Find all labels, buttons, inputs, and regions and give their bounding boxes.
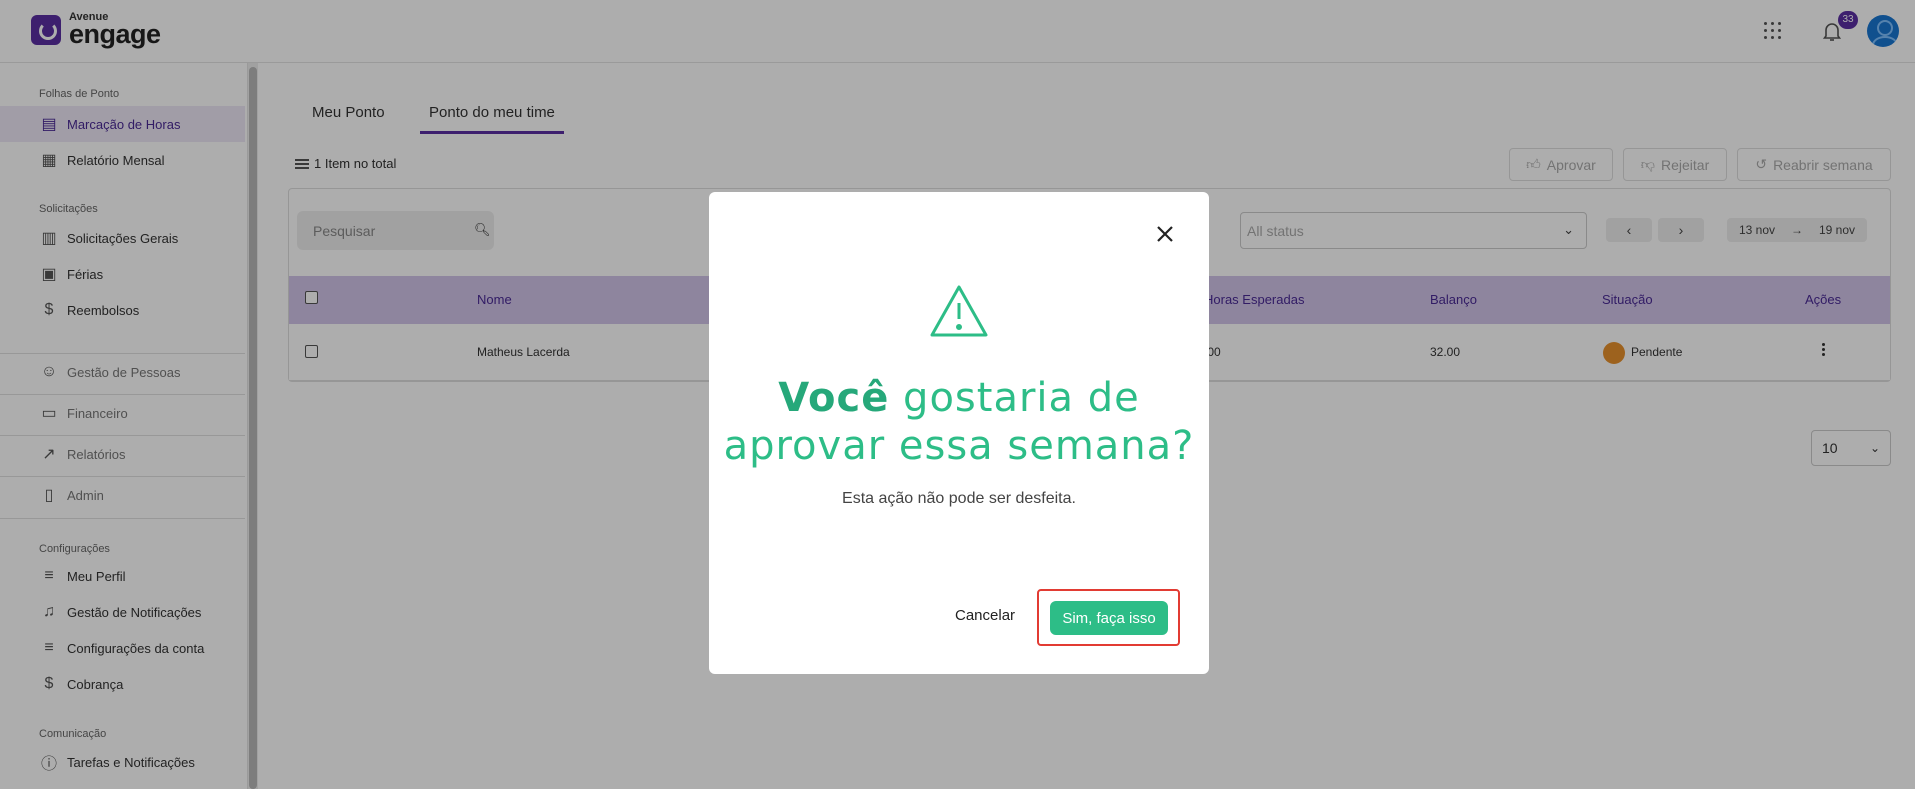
dialog-subtitle: Esta ação não pode ser desfeita.: [842, 490, 1076, 507]
warning-icon: [930, 285, 988, 337]
cancel-button[interactable]: Cancelar: [955, 607, 1015, 624]
confirm-button[interactable]: Sim, faça isso: [1050, 601, 1168, 635]
close-icon[interactable]: [1154, 223, 1176, 245]
dialog-title-bold: Você: [778, 375, 890, 421]
dialog-title: Você gostaria de aprovar essa semana?: [709, 374, 1209, 470]
